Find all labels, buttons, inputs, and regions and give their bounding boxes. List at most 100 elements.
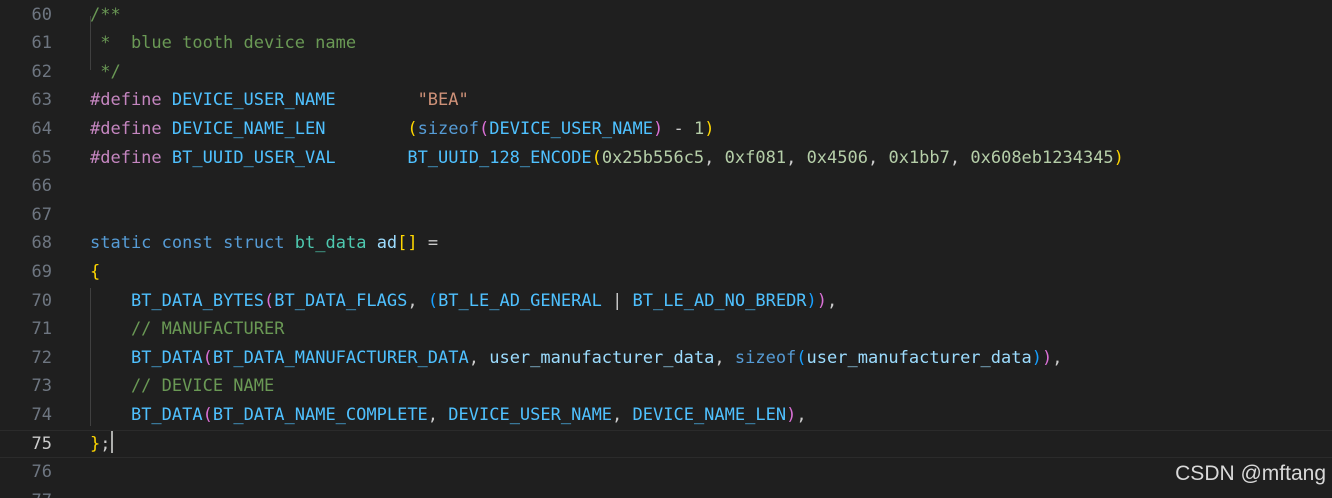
- code-line[interactable]: 72 BT_DATA(BT_DATA_MANUFACTURER_DATA, us…: [0, 344, 1332, 373]
- code-token: (: [202, 404, 213, 425]
- code-line[interactable]: 64 #define DEVICE_NAME_LEN (sizeof(DEVICE…: [0, 115, 1332, 144]
- code-line[interactable]: 61 * blue tooth device name: [0, 29, 1332, 58]
- code-token: sizeof: [734, 347, 797, 368]
- code-token: 0x4506: [806, 147, 868, 168]
- code-token: ): [1113, 147, 1124, 168]
- code-token: ,: [714, 347, 735, 368]
- watermark: CSDN @mftang: [1175, 462, 1326, 485]
- code-token: BT_UUID_USER_VAL: [171, 147, 336, 168]
- code-line[interactable]: 60 /**: [0, 1, 1332, 30]
- code-token: sizeof: [417, 118, 479, 139]
- code-token: (: [591, 147, 602, 168]
- line-code: BT_DATA(BT_DATA_MANUFACTURER_DATA, user_…: [90, 344, 1063, 373]
- line-number: 63: [31, 90, 52, 111]
- line-code: BT_DATA_BYTES(BT_DATA_FLAGS, (BT_LE_AD_G…: [90, 287, 837, 316]
- line-number: 77: [0, 487, 52, 498]
- code-line[interactable]: 76: [0, 458, 1332, 487]
- line-code: #define DEVICE_USER_NAME "BEA": [90, 86, 469, 115]
- line-number: 69: [31, 261, 52, 282]
- code-token: ): [704, 118, 715, 139]
- code-token: BT_LE_AD_GENERAL: [438, 290, 602, 311]
- line-number: 70: [31, 290, 52, 311]
- line-number: 75: [31, 433, 52, 454]
- line-number: 72: [31, 347, 52, 368]
- code-line[interactable]: 69 {: [0, 258, 1332, 287]
- code-line[interactable]: 67: [0, 201, 1332, 230]
- code-token: (: [264, 290, 275, 311]
- line-number: 64: [31, 118, 52, 139]
- code-token: 0x25b556c5: [601, 147, 705, 168]
- code-token: "BEA": [417, 90, 469, 111]
- code-token: |: [601, 290, 633, 311]
- code-token: ,: [1052, 347, 1063, 368]
- code-token: BT_UUID_128_ENCODE: [407, 147, 592, 168]
- line-number: 65: [31, 147, 52, 168]
- code-token: DEVICE_NAME_LEN: [632, 404, 787, 425]
- code-token: struct: [223, 233, 285, 254]
- code-token: ;: [100, 433, 111, 454]
- code-line[interactable]: 73 // DEVICE NAME: [0, 372, 1332, 401]
- code-token: // DEVICE NAME: [90, 376, 275, 397]
- line-code: // DEVICE NAME: [90, 372, 274, 401]
- code-line[interactable]: 63 #define DEVICE_USER_NAME "BEA": [0, 86, 1332, 115]
- code-line[interactable]: 75};: [0, 429, 1332, 459]
- code-token: 1: [693, 118, 705, 139]
- code-token: // MANUFACTURER: [90, 319, 285, 340]
- code-token: ): [806, 290, 817, 311]
- code-token: #define: [90, 118, 162, 139]
- code-token: ,: [704, 147, 725, 168]
- code-line[interactable]: 65 #define BT_UUID_USER_VAL BT_UUID_128_E…: [0, 144, 1332, 173]
- code-token: const: [161, 233, 213, 254]
- code-token: ,: [612, 404, 633, 425]
- line-code: /**: [90, 1, 121, 30]
- code-line[interactable]: 66: [0, 172, 1332, 201]
- line-code: // MANUFACTURER: [90, 315, 285, 344]
- code-token: ,: [427, 404, 449, 425]
- code-token: }: [90, 433, 101, 454]
- code-line[interactable]: 68 static const struct bt_data ad[] =: [0, 229, 1332, 258]
- code-token: #define: [90, 147, 162, 168]
- code-line[interactable]: 62 */: [0, 58, 1332, 87]
- code-line[interactable]: 77: [0, 487, 1332, 498]
- code-token: ,: [796, 404, 807, 425]
- line-number: 74: [31, 404, 52, 425]
- code-token: ,: [786, 147, 807, 168]
- line-code: #define BT_UUID_USER_VAL BT_UUID_128_ENC…: [90, 144, 1124, 173]
- line-number: 67: [31, 204, 52, 225]
- code-token: DEVICE_USER_NAME: [171, 90, 336, 111]
- code-token: ): [786, 404, 797, 425]
- code-token: ad: [376, 233, 398, 254]
- code-token: BT_DATA_BYTES: [130, 290, 265, 311]
- code-line[interactable]: 70 BT_DATA_BYTES(BT_DATA_FLAGS, (BT_LE_A…: [0, 287, 1332, 316]
- line-code: */: [90, 58, 121, 87]
- code-line[interactable]: 71 // MANUFACTURER: [0, 315, 1332, 344]
- code-token: (: [407, 118, 418, 139]
- code-token: /**: [90, 4, 121, 25]
- code-token: ): [653, 118, 664, 139]
- code-token: #define: [90, 90, 162, 111]
- code-token: BT_DATA: [130, 404, 203, 425]
- code-token: */: [90, 61, 121, 82]
- code-token: ,: [867, 147, 889, 168]
- code-token: static: [90, 233, 152, 254]
- code-token: user_manufacturer_data: [806, 347, 1032, 368]
- text-cursor: [110, 431, 113, 453]
- code-line[interactable]: 74 BT_DATA(BT_DATA_NAME_COMPLETE, DEVICE…: [0, 401, 1332, 430]
- code-editor[interactable]: 60/** 61 * blue tooth device name 62 */ 63 #…: [0, 0, 1332, 498]
- code-token: ): [1031, 347, 1042, 368]
- code-token: 0x608eb1234345: [970, 147, 1114, 168]
- code-token: ,: [827, 290, 838, 311]
- line-code: BT_DATA(BT_DATA_NAME_COMPLETE, DEVICE_US…: [90, 401, 807, 430]
- code-token: (: [796, 347, 807, 368]
- code-token: * blue tooth device name: [90, 33, 357, 54]
- line-code: #define DEVICE_NAME_LEN (sizeof(DEVICE_U…: [90, 115, 714, 144]
- code-token: bt_data: [294, 233, 367, 254]
- line-number: 68: [31, 233, 52, 254]
